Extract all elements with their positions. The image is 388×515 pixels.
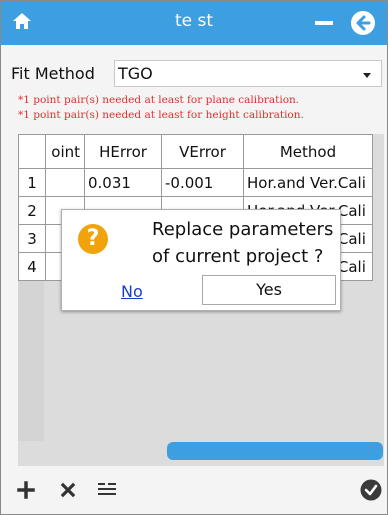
minimize-icon[interactable] (315, 21, 333, 25)
column-header-point[interactable]: oint (45, 134, 85, 169)
herror-cell: 0.031 (84, 168, 162, 197)
point-cell (45, 168, 85, 197)
point-pair-table: oint HError VError Method 1 0.031 -0.001… (18, 134, 384, 494)
add-icon[interactable] (16, 480, 36, 500)
yes-button[interactable]: Yes (202, 275, 336, 305)
no-button[interactable]: No (121, 282, 143, 301)
list-icon[interactable] (96, 480, 118, 500)
delete-icon[interactable] (60, 482, 76, 498)
column-header-index (18, 134, 46, 169)
column-header-herror[interactable]: HError (84, 134, 162, 169)
plane-calibration-warning: *1 point pair(s) needed at least for pla… (18, 94, 300, 106)
row-number: 3 (18, 224, 46, 253)
row-number: 1 (18, 168, 46, 197)
row-number: 2 (18, 196, 46, 225)
bottom-toolbar (1, 466, 387, 514)
question-icon: ? (78, 224, 108, 254)
row-number: 4 (18, 252, 46, 281)
app-window: te st Fit Method TGO *1 point pair(s) ne… (0, 0, 388, 515)
verror-cell: -0.001 (161, 168, 244, 197)
fit-method-label: Fit Method (11, 64, 95, 83)
back-arrow-icon[interactable] (351, 11, 375, 35)
column-header-verror[interactable]: VError (161, 134, 244, 169)
fit-method-value: TGO (118, 64, 153, 83)
column-header-method[interactable]: Method (243, 134, 373, 169)
title-bar: te st (1, 1, 387, 45)
table-row[interactable]: 1 0.031 -0.001 Hor.and Ver.Cali (18, 168, 373, 197)
chevron-down-icon (363, 73, 371, 78)
method-cell: Hor.and Ver.Cali (243, 168, 373, 197)
confirm-check-icon[interactable] (360, 479, 382, 501)
horizontal-scrollbar[interactable] (167, 442, 383, 460)
replace-parameters-dialog: ? Replace parameters of current project … (61, 209, 341, 311)
height-calibration-warning: *1 point pair(s) needed at least for hei… (18, 109, 304, 121)
dialog-message: Replace parameters of current project ? (152, 219, 334, 267)
fit-method-select[interactable]: TGO (114, 60, 382, 87)
table-header-row: oint HError VError Method (18, 134, 373, 169)
